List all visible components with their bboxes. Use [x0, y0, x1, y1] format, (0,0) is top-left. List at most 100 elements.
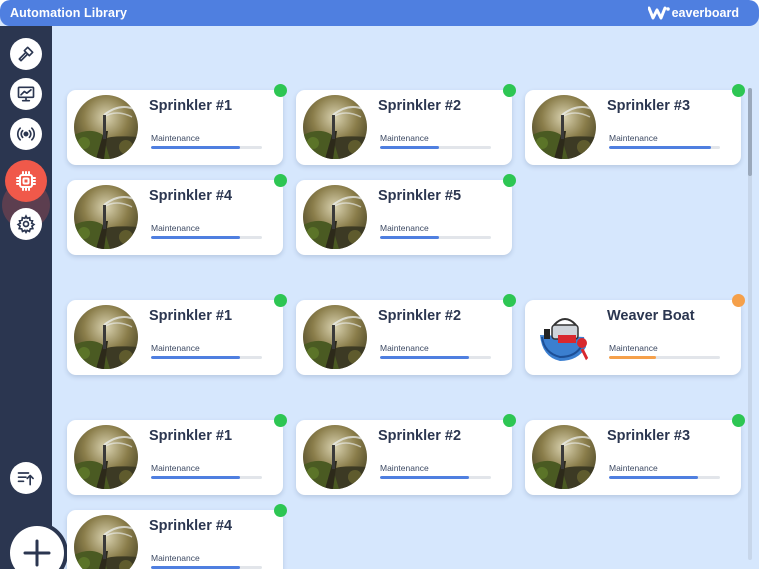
card-thumbnail: [74, 95, 138, 159]
status-dot: [732, 294, 745, 307]
sidebar-item-connectivity[interactable]: [10, 118, 42, 150]
automation-card[interactable]: Sprinkler #1 Maintenance: [67, 414, 287, 495]
progress-fill: [380, 146, 439, 149]
card-status-label: Maintenance: [609, 463, 658, 473]
maintenance-progress-bar: [609, 356, 720, 359]
sidebar-item-dashboard[interactable]: [10, 78, 42, 110]
status-dot: [732, 414, 745, 427]
automation-card[interactable]: Sprinkler #1 Maintenance: [67, 84, 287, 165]
automation-card[interactable]: Sprinkler #4 Maintenance: [67, 504, 287, 569]
automation-card[interactable]: Sprinkler #4 Maintenance: [67, 174, 287, 255]
card-title: Sprinkler #2: [378, 308, 462, 324]
sprinkler-photo: [74, 305, 138, 369]
card-thumbnail: [532, 95, 596, 159]
card-thumbnail: [303, 425, 367, 489]
sprinkler-photo: [303, 425, 367, 489]
card-status-label: Maintenance: [380, 343, 429, 353]
app-title: Automation Library: [10, 6, 128, 20]
maintenance-progress-bar: [380, 476, 491, 479]
app-window: Automation Library eaverboard Sprinkler …: [0, 0, 759, 569]
status-dot: [503, 294, 516, 307]
sprinkler-photo: [74, 95, 138, 159]
card-thumbnail: [303, 305, 367, 369]
card-title: Sprinkler #4: [149, 518, 233, 534]
sprinkler-photo: [74, 515, 138, 569]
card-status-label: Maintenance: [151, 463, 200, 473]
cpu-chip-icon: [16, 171, 36, 191]
card-thumbnail: [74, 515, 138, 569]
maintenance-progress-bar: [151, 476, 262, 479]
scrollbar-thumb[interactable]: [748, 88, 752, 176]
automation-card[interactable]: Sprinkler #3 Maintenance: [525, 84, 745, 165]
broadcast-icon: [16, 127, 36, 141]
maintenance-progress-bar: [609, 476, 720, 479]
card-title: Sprinkler #1: [149, 308, 233, 324]
progress-fill: [609, 146, 712, 149]
card-status-label: Maintenance: [151, 223, 200, 233]
status-dot: [274, 414, 287, 427]
status-dot: [274, 504, 287, 517]
sidebar-item-tools[interactable]: [10, 38, 42, 70]
sprinkler-photo: [532, 95, 596, 159]
sidebar-item-settings[interactable]: [10, 208, 42, 240]
automation-card[interactable]: Sprinkler #3 Maintenance: [525, 414, 745, 495]
add-automation-button[interactable]: [10, 526, 64, 569]
card-title: Weaver Boat: [607, 308, 695, 324]
sidebar: [0, 26, 64, 569]
sort-button[interactable]: [10, 462, 42, 494]
maintenance-progress-bar: [609, 146, 720, 149]
automation-card[interactable]: Sprinkler #5 Maintenance: [296, 174, 516, 255]
card-title: Sprinkler #4: [149, 188, 233, 204]
boat-photo: [532, 305, 596, 369]
card-status-label: Maintenance: [151, 553, 200, 563]
card-status-label: Maintenance: [380, 223, 429, 233]
automation-card[interactable]: Sprinkler #1 Maintenance: [67, 294, 287, 375]
status-dot: [274, 174, 287, 187]
maintenance-progress-bar: [380, 146, 491, 149]
card-thumbnail: [303, 95, 367, 159]
card-thumbnail: [532, 305, 596, 369]
sort-upload-icon: [17, 472, 34, 486]
status-dot: [274, 84, 287, 97]
presentation-chart-icon: [17, 86, 35, 102]
sprinkler-photo: [303, 185, 367, 249]
automation-card[interactable]: Sprinkler #2 Maintenance: [296, 294, 516, 375]
card-status-label: Maintenance: [151, 343, 200, 353]
card-status-label: Maintenance: [151, 133, 200, 143]
progress-fill: [609, 476, 698, 479]
card-thumbnail: [74, 185, 138, 249]
progress-fill: [151, 146, 240, 149]
progress-fill: [151, 236, 240, 239]
maintenance-progress-bar: [151, 236, 262, 239]
status-dot: [503, 414, 516, 427]
card-thumbnail: [532, 425, 596, 489]
card-thumbnail: [74, 305, 138, 369]
gear-icon: [16, 214, 36, 234]
progress-fill: [151, 356, 240, 359]
automation-card[interactable]: Sprinkler #2 Maintenance: [296, 414, 516, 495]
sidebar-item-automation[interactable]: [5, 160, 47, 202]
progress-fill: [380, 236, 439, 239]
automation-card[interactable]: Weaver Boat Maintenance: [525, 294, 745, 375]
title-bar: Automation Library eaverboard: [0, 0, 759, 26]
sprinkler-photo: [74, 425, 138, 489]
maintenance-progress-bar: [380, 236, 491, 239]
card-title: Sprinkler #1: [149, 428, 233, 444]
card-thumbnail: [303, 185, 367, 249]
progress-fill: [151, 476, 240, 479]
card-title: Sprinkler #5: [378, 188, 462, 204]
progress-fill: [380, 356, 469, 359]
status-dot: [732, 84, 745, 97]
card-title: Sprinkler #3: [607, 428, 691, 444]
sprinkler-photo: [303, 95, 367, 159]
card-title: Sprinkler #3: [607, 98, 691, 114]
status-dot: [503, 174, 516, 187]
card-status-label: Maintenance: [380, 463, 429, 473]
maintenance-progress-bar: [151, 146, 262, 149]
automation-card[interactable]: Sprinkler #2 Maintenance: [296, 84, 516, 165]
card-thumbnail: [74, 425, 138, 489]
plus-icon: [23, 539, 51, 567]
card-title: Sprinkler #2: [378, 428, 462, 444]
progress-fill: [609, 356, 656, 359]
card-status-label: Maintenance: [609, 133, 658, 143]
